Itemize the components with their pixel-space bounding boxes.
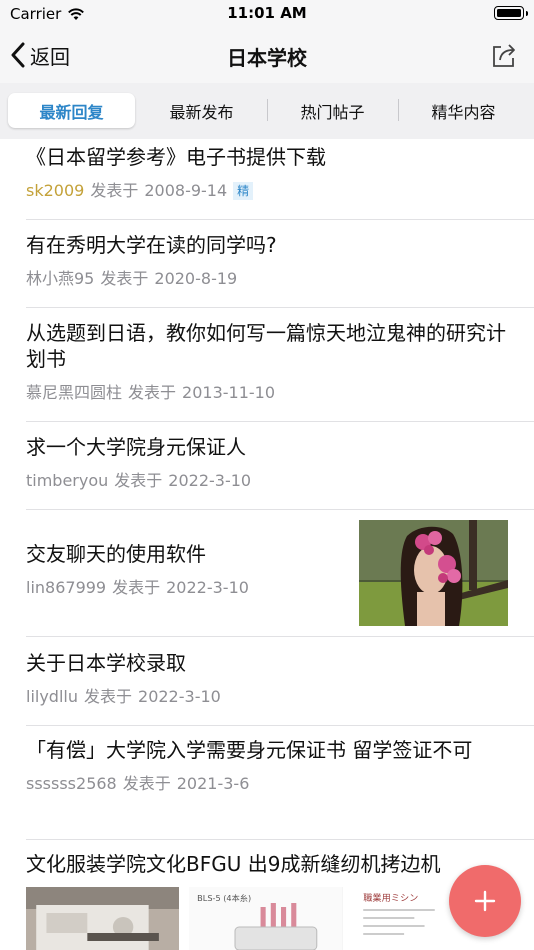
navigation-bar: 返回 日本学校 [0, 28, 534, 83]
post-date: 2022-3-10 [138, 687, 221, 706]
post-date: 2022-3-10 [168, 471, 252, 490]
post-title: 「有偿」大学院入学需要身元保证书 留学签证不可 [26, 738, 473, 762]
page-title: 日本学校 [227, 46, 307, 70]
post-posted-label: 发表于 [112, 578, 161, 597]
post-image-strip[interactable]: BLS-5 (4本糸) 職業用ミシン [26, 887, 506, 950]
tab-featured[interactable]: 精华内容 [399, 93, 528, 128]
post-posted-label: 发表于 [100, 269, 149, 288]
divider [26, 636, 534, 637]
post-date: 2020-8-19 [154, 269, 238, 288]
divider [26, 839, 534, 840]
post-posted-label: 发表于 [90, 181, 139, 200]
post-item[interactable]: 文化服装学院文化BFGU 出9成新缝纫机拷边机 [26, 851, 496, 877]
post-author: sk2009 [26, 181, 85, 200]
post-meta: 慕尼黑四圆柱 发表于 2013-11-10 [26, 382, 506, 404]
clock: 11:01 AM [227, 4, 307, 22]
girl-with-flowers-photo [359, 520, 508, 626]
post-author: ssssss2568 [26, 774, 117, 793]
post-meta: ssssss2568 发表于 2021-3-6 [26, 773, 506, 795]
post-title: 交友聊天的使用软件 [26, 542, 206, 566]
post-item[interactable]: 「有偿」大学院入学需要身元保证书 留学签证不可 ssssss2568 发表于 2… [26, 737, 506, 795]
divider [26, 509, 534, 510]
tab-latest-posts[interactable]: 最新发布 [137, 93, 266, 128]
post-meta: timberyou 发表于 2022-3-10 [26, 470, 506, 492]
post-title: 从选题到日语，教你如何写一篇惊天地泣鬼神的研究计划书 [26, 321, 506, 371]
post-thumbnail[interactable] [359, 520, 508, 626]
post-title: 关于日本学校录取 [26, 651, 186, 675]
post-posted-label: 发表于 [128, 383, 177, 402]
post-item[interactable]: 关于日本学校录取 lilydllu 发表于 2022-3-10 [26, 650, 506, 708]
plus-icon [474, 890, 496, 912]
new-post-button[interactable] [449, 865, 521, 937]
post-posted-label: 发表于 [84, 687, 133, 706]
post-author: lilydllu [26, 687, 78, 706]
image-caption: 職業用ミシン [363, 892, 418, 904]
tab-latest-replies[interactable]: 最新回复 [8, 93, 135, 128]
post-author: 慕尼黑四圆柱 [26, 383, 123, 402]
post-meta: 林小燕95 发表于 2020-8-19 [26, 268, 506, 290]
battery-icon [494, 6, 528, 20]
divider [26, 421, 534, 422]
post-date: 2022-3-10 [166, 578, 249, 597]
overlock-machine-photo: BLS-5 (4本糸) [189, 887, 343, 950]
post-title: 文化服装学院文化BFGU 出9成新缝纫机拷边机 [26, 852, 441, 876]
divider [26, 725, 534, 726]
status-bar: Carrier 11:01 AM [0, 0, 534, 28]
post-date: 2008-9-14 [144, 181, 228, 200]
post-meta: sk2009 发表于 2008-9-14 精 [26, 180, 506, 202]
share-icon [493, 44, 515, 67]
segmented-tabs: 最新回复 最新发布 热门帖子 精华内容 [0, 83, 534, 139]
sewing-machine-photo [26, 887, 180, 950]
divider [26, 307, 534, 308]
post-meta: lilydllu 发表于 2022-3-10 [26, 686, 506, 708]
post-author: 林小燕95 [26, 269, 95, 288]
post-title: 求一个大学院身元保证人 [26, 435, 246, 459]
post-image: BLS-5 (4本糸) [189, 887, 343, 950]
post-item[interactable]: 《日本留学参考》电子书提供下载 sk2009 发表于 2008-9-14 精 [26, 144, 506, 202]
post-meta: lin867999 发表于 2022-3-10 [26, 577, 346, 599]
post-date: 2021-3-6 [176, 774, 250, 793]
post-author: lin867999 [26, 578, 107, 597]
post-item[interactable]: 交友聊天的使用软件 lin867999 发表于 2022-3-10 [26, 541, 346, 599]
post-image [26, 887, 180, 950]
divider [26, 219, 534, 220]
post-author: timberyou [26, 471, 109, 490]
post-item[interactable]: 有在秀明大学在读的同学吗? 林小燕95 发表于 2020-8-19 [26, 232, 506, 290]
image-caption: BLS-5 (4本糸) [198, 893, 252, 903]
featured-badge: 精 [233, 182, 254, 200]
post-title: 《日本留学参考》电子书提供下载 [26, 145, 326, 169]
post-item[interactable]: 从选题到日语，教你如何写一篇惊天地泣鬼神的研究计划书 慕尼黑四圆柱 发表于 20… [26, 320, 506, 404]
post-posted-label: 发表于 [122, 774, 171, 793]
post-posted-label: 发表于 [114, 471, 163, 490]
post-date: 2013-11-10 [182, 383, 276, 402]
post-title: 有在秀明大学在读的同学吗? [26, 233, 277, 257]
post-item[interactable]: 求一个大学院身元保证人 timberyou 发表于 2022-3-10 [26, 434, 506, 492]
tab-hot-posts[interactable]: 热门帖子 [268, 93, 397, 128]
share-button[interactable] [490, 41, 518, 69]
